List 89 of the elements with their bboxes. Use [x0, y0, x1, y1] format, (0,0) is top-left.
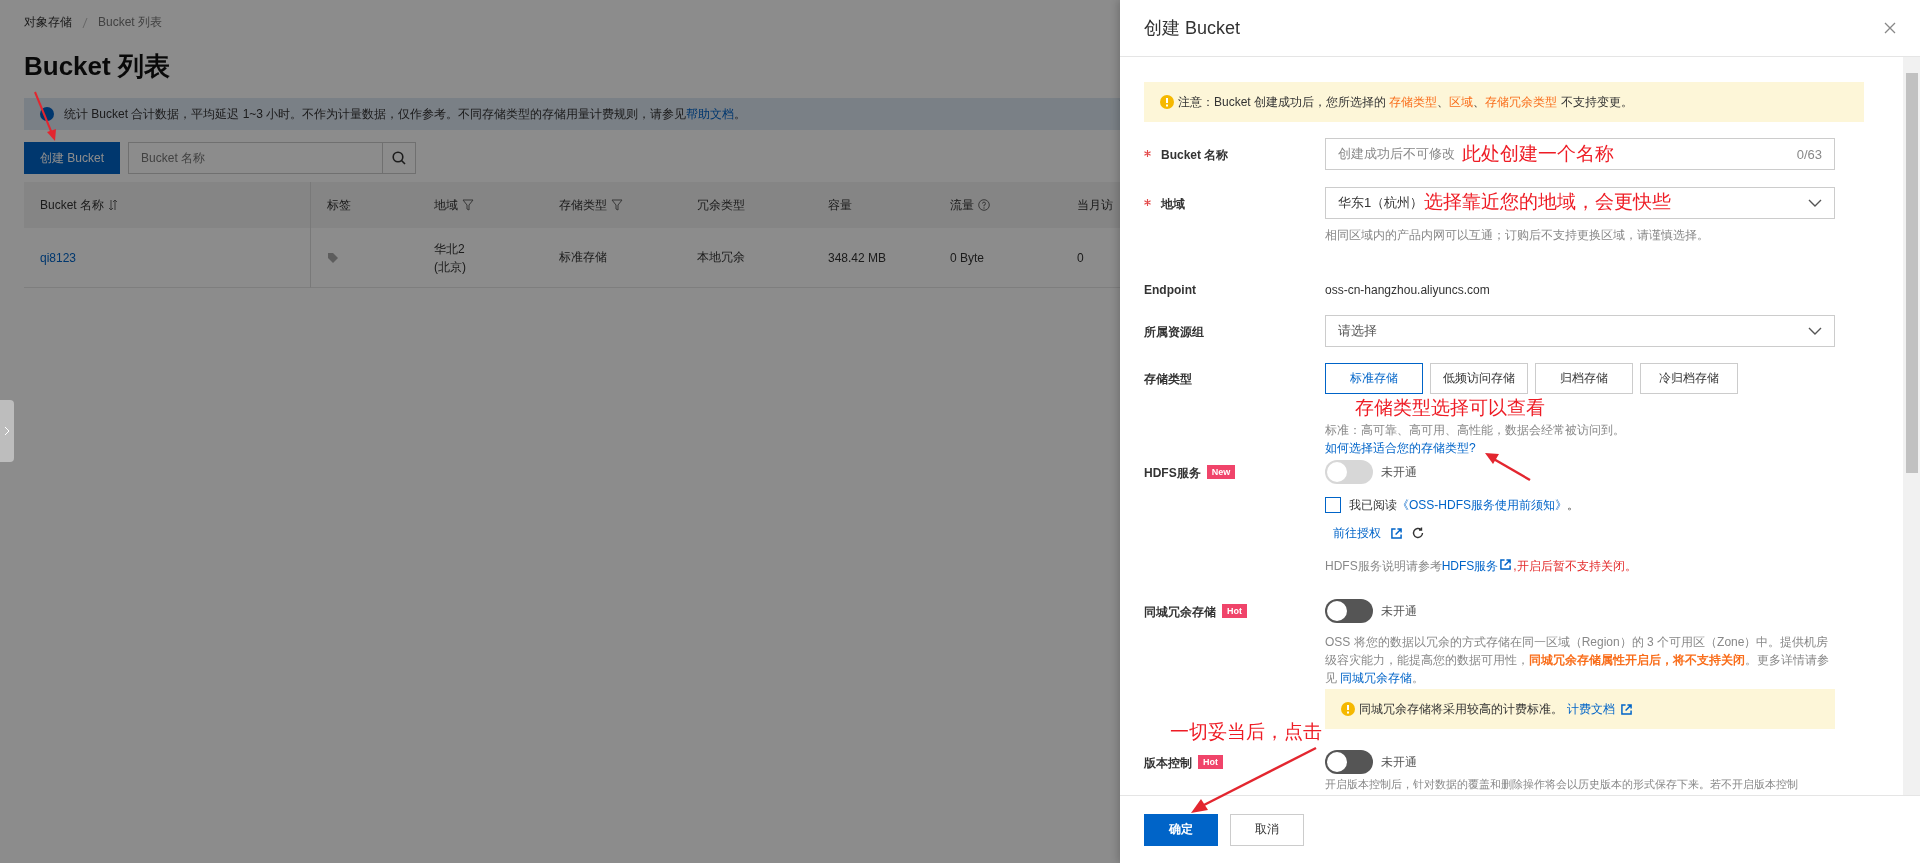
- external-link-icon[interactable]: [1391, 527, 1402, 539]
- field-label: 地域: [1161, 196, 1185, 213]
- info-icon: [40, 107, 54, 121]
- field-hint: 开启版本控制后，针对数据的覆盖和删除操作将会以历史版本的形式保存下来。若不开启版本控制: [1325, 777, 1798, 792]
- table-cell: 标准存储: [559, 249, 607, 266]
- refresh-icon[interactable]: [1412, 527, 1424, 539]
- external-link-icon[interactable]: [1500, 559, 1512, 570]
- annotation-text: 选择靠近您的地域，会更快些: [1424, 191, 1671, 213]
- region-cell-text: 华北2 (北京): [434, 240, 466, 276]
- tag-icon[interactable]: [327, 251, 339, 264]
- checkbox[interactable]: [1325, 497, 1341, 513]
- table-cell: 0 Byte: [950, 250, 985, 265]
- toggle-switch[interactable]: [1325, 599, 1373, 623]
- annotation-arrow: [33, 90, 57, 142]
- field-label: 存储类型: [1144, 371, 1192, 388]
- warning-icon: [1341, 702, 1355, 716]
- warning-text: 注意：Bucket 创建成功后，您所选择的 存储类型、区域、存储冗余类型 不支持变更。: [1178, 93, 1633, 111]
- breadcrumb-item[interactable]: Bucket 列表: [98, 14, 163, 31]
- create-bucket-button[interactable]: 创建 Bucket: [24, 142, 121, 174]
- feature-badge: Hot: [1222, 604, 1247, 618]
- help-link[interactable]: 如何选择适合您的存储类型?: [1325, 440, 1476, 456]
- field-hint: 标准：高可靠、高可用、高性能，数据会经常被访问到。: [1325, 422, 1626, 439]
- info-text: 统计 Bucket 合计数据，平均延迟 1~3 小时。不作为计量数据，仅作参考。不同存储类型的存储用量计费规则，请参见帮助文档。: [64, 105, 747, 123]
- agreement-link[interactable]: 《OSS-HDFS服务使用前须知》: [1397, 496, 1567, 514]
- feature-badge: New: [1206, 465, 1236, 479]
- toggle-label: 未开通: [1381, 602, 1417, 620]
- table-cell: 348.42 MB: [828, 250, 887, 265]
- close-button[interactable]: [1884, 22, 1896, 34]
- search-field[interactable]: Bucket 名称: [128, 142, 383, 174]
- field-label: 同城冗余存储: [1144, 604, 1216, 621]
- chevron-down-icon: [1808, 327, 1822, 335]
- billing-doc-link[interactable]: 计费文档: [1567, 700, 1615, 718]
- field-hint: OSS 将您的数据以冗余的方式存储在同一区域（Region）的 3 个可用区（Zone）中。提供机房级容灾能力，能提高您的数据可用性，同城冗余存储属性开启后，将不支持关闭。更多详情请参见 同城冗余存储。: [1325, 634, 1830, 687]
- toggle-label: 未开通: [1381, 463, 1417, 481]
- column-header[interactable]: 容量: [812, 182, 934, 228]
- select-field[interactable]: 请选择: [1325, 315, 1835, 347]
- search-icon: [392, 151, 407, 165]
- warning-icon: [1160, 95, 1174, 109]
- field-label: 所属资源组: [1144, 324, 1204, 341]
- drawer-title: 创建 Bucket: [1144, 17, 1241, 40]
- table-cell: 本地冗余: [697, 249, 745, 266]
- authorize-link[interactable]: 前往授权: [1333, 524, 1381, 542]
- help-icon[interactable]: [978, 199, 990, 211]
- page-title: Bucket 列表: [24, 50, 171, 83]
- external-link-icon[interactable]: [1621, 703, 1632, 715]
- feature-badge: Hot: [1198, 755, 1223, 769]
- storage-type-option[interactable]: 冷归档存储: [1640, 363, 1738, 394]
- collapse-handle[interactable]: [0, 400, 14, 462]
- column-header[interactable]: 存储类型: [543, 182, 681, 228]
- field-label: Endpoint: [1144, 283, 1196, 297]
- field-hint: 相同区域内的产品内网可以互通；订购后不支持更换区域，请谨慎选择。: [1325, 227, 1710, 244]
- confirm-button[interactable]: 确定: [1144, 813, 1218, 846]
- required-icon: [1144, 150, 1151, 157]
- agreement-end: 。: [1567, 496, 1579, 514]
- filter-icon[interactable]: [462, 199, 474, 211]
- filter-icon[interactable]: [611, 199, 623, 211]
- toggle-label: 未开通: [1381, 753, 1417, 771]
- column-header[interactable]: 流量: [934, 182, 1061, 228]
- required-icon: [1144, 199, 1151, 206]
- chevron-right-icon: [4, 426, 10, 436]
- cancel-button[interactable]: 取消: [1230, 813, 1304, 846]
- endpoint-value: oss-cn-hangzhou.aliyuncs.com: [1325, 283, 1491, 297]
- breadcrumb-separator-icon: [82, 16, 88, 29]
- column-header[interactable]: Bucket 名称: [24, 182, 311, 228]
- alert-text: 同城冗余存储将采用较高的计费标准。: [1359, 700, 1563, 718]
- bucket-link[interactable]: qi8123: [40, 250, 77, 265]
- storage-type-option[interactable]: 归档存储: [1535, 363, 1633, 394]
- column-header[interactable]: 标签: [311, 182, 418, 228]
- storage-type-option[interactable]: 低频访问存储: [1430, 363, 1528, 394]
- field-label: 版本控制: [1144, 755, 1192, 772]
- table-cell: 0: [1077, 250, 1084, 265]
- annotation-text: 存储类型选择可以查看: [1355, 397, 1545, 419]
- column-header[interactable]: 冗余类型: [681, 182, 812, 228]
- search-button[interactable]: [382, 142, 417, 174]
- column-header[interactable]: 地域: [418, 182, 543, 228]
- scrollbar[interactable]: [1903, 57, 1920, 795]
- annotation-text: 一切妥当后，点击: [1170, 721, 1322, 743]
- field-label: HDFS服务: [1144, 465, 1201, 482]
- annotation-text: 此处创建一个名称: [1462, 143, 1614, 165]
- storage-type-option[interactable]: 标准存储: [1325, 363, 1423, 394]
- chevron-down-icon: [1808, 199, 1822, 207]
- field-label: Bucket 名称: [1161, 147, 1229, 164]
- close-icon: [1884, 22, 1896, 34]
- sort-icon[interactable]: [108, 199, 119, 211]
- agreement-text: 我已阅读: [1349, 496, 1397, 514]
- annotation-arrow: [1484, 452, 1532, 482]
- field-hint: HDFS服务说明请参考HDFS服务 ,开启后暂不支持关闭。: [1325, 558, 1638, 575]
- breadcrumb-item[interactable]: 对象存储: [24, 14, 72, 31]
- toggle-switch[interactable]: [1325, 750, 1373, 774]
